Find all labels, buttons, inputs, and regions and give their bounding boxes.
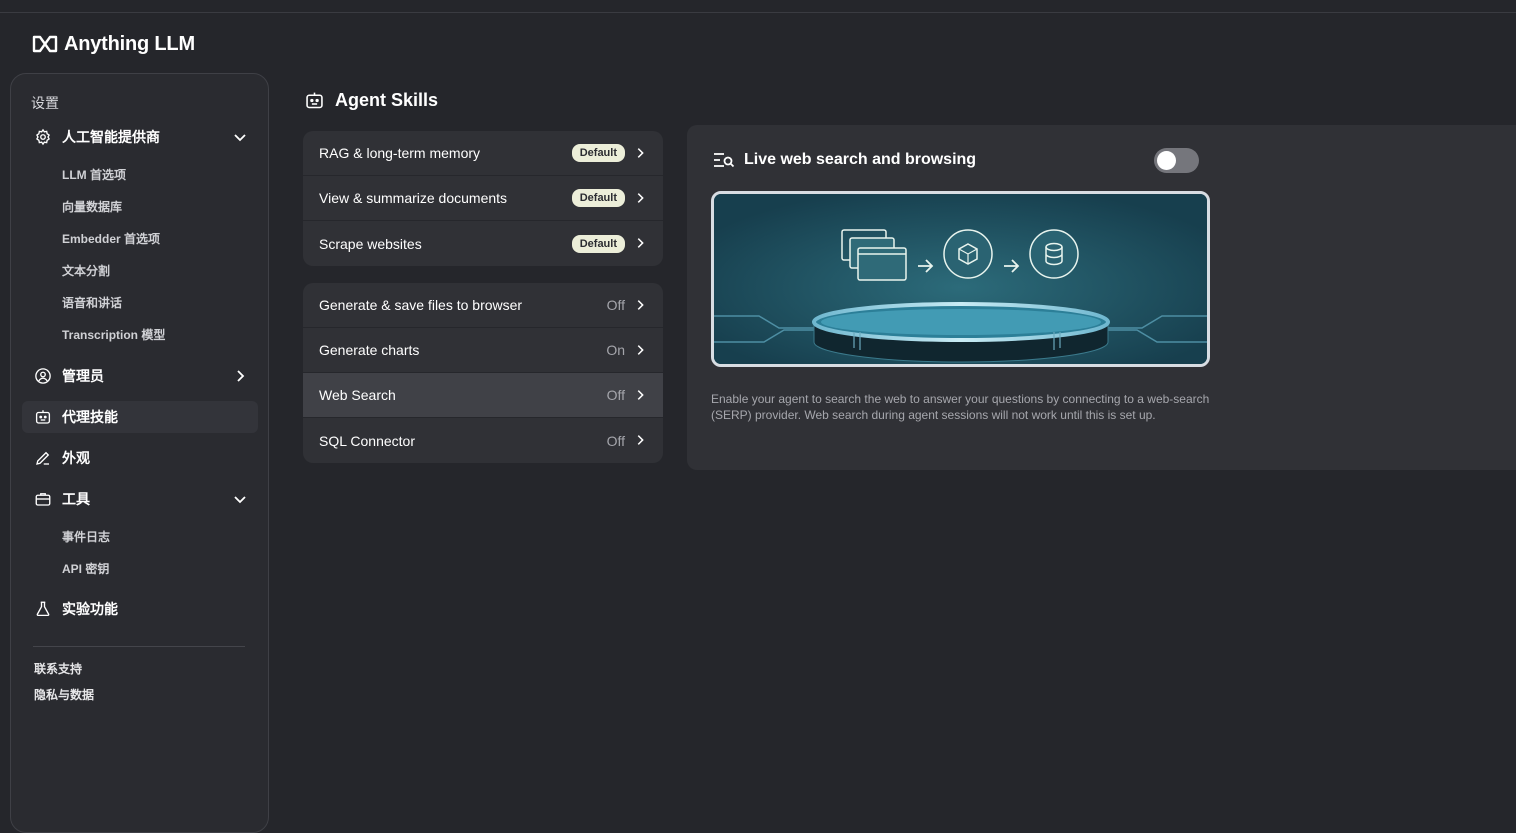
skill-label: Web Search xyxy=(319,387,396,403)
sidebar-item-appearance[interactable]: 外观 xyxy=(22,442,258,474)
sidebar-item-label: 工具 xyxy=(62,491,90,507)
sidebar-item-agent-skills[interactable]: 代理技能 xyxy=(22,401,258,433)
skill-label: Scrape websites xyxy=(319,235,422,252)
sidebar-subitem-voice[interactable]: 语音和讲话 xyxy=(62,294,122,311)
skill-detail-title: Live web search and browsing xyxy=(744,151,977,168)
skill-label: Generate charts xyxy=(319,342,420,358)
sidebar-subitem-api-keys[interactable]: API 密钥 xyxy=(62,560,109,577)
skill-status: Off xyxy=(606,432,625,449)
skill-status: On xyxy=(606,342,625,358)
anything-llm-logo-icon xyxy=(32,35,58,53)
skill-detail-description: Enable your agent to search the web to a… xyxy=(711,392,1210,422)
sidebar-item-experimental[interactable]: 实验功能 xyxy=(22,593,258,625)
sidebar-item-ai-providers[interactable]: 人工智能提供商 xyxy=(22,121,258,153)
web-search-toggle[interactable] xyxy=(1154,148,1199,173)
skill-row-scrape-websites[interactable]: Scrape websites Default xyxy=(303,221,663,266)
sidebar-subitem-transcription[interactable]: Transcription 模型 xyxy=(62,326,165,343)
toolbox-icon xyxy=(35,493,51,506)
sidebar-item-tools[interactable]: 工具 xyxy=(22,483,258,515)
sidebar-item-label: 代理技能 xyxy=(62,409,118,425)
sidebar-item-label: 人工智能提供商 xyxy=(62,129,160,145)
settings-sidebar: 设置 人工智能提供商 LLM 首选项 向量数据库 Embedder 首选项 文本… xyxy=(10,73,269,833)
sidebar-subitem-llm[interactable]: LLM 首选项 xyxy=(62,166,126,183)
default-skills-list: RAG & long-term memory Default View & su… xyxy=(303,131,663,266)
sidebar-subitem-embedder[interactable]: Embedder 首选项 xyxy=(62,230,160,247)
chevron-right-icon xyxy=(637,390,644,400)
contact-support-link[interactable]: 联系支持 xyxy=(34,660,82,677)
skill-label: View & summarize documents xyxy=(319,190,508,206)
search-list-icon xyxy=(714,153,735,168)
chevron-right-icon xyxy=(637,148,644,158)
skill-detail-panel: Live web search and browsing Enable your… xyxy=(687,125,1516,470)
pencil-icon xyxy=(36,451,50,465)
app-name: Anything LLM xyxy=(64,32,195,55)
robot-icon xyxy=(35,410,51,424)
sidebar-item-label: 管理员 xyxy=(62,368,104,384)
chevron-down-icon[interactable] xyxy=(232,129,248,145)
chevron-right-icon xyxy=(637,300,644,310)
sidebar-divider xyxy=(33,646,245,647)
optional-skills-list: Generate & save files to browser Off Gen… xyxy=(303,283,663,463)
sidebar-item-admin[interactable]: 管理员 xyxy=(22,360,258,392)
top-divider xyxy=(0,12,1516,13)
chevron-right-icon[interactable] xyxy=(232,368,248,384)
chevron-right-icon xyxy=(637,193,644,203)
privacy-data-link[interactable]: 隐私与数据 xyxy=(34,686,94,703)
skill-status: Off xyxy=(606,297,625,313)
toggle-knob xyxy=(1157,151,1176,170)
skill-row-rag-memory[interactable]: RAG & long-term memory Default xyxy=(303,131,663,176)
sidebar-subitem-vector-db[interactable]: 向量数据库 xyxy=(62,198,122,215)
chevron-right-icon xyxy=(637,435,644,445)
chevron-down-icon[interactable] xyxy=(232,491,248,507)
page-title-text: Agent Skills xyxy=(335,89,439,110)
app-logo: Anything LLM xyxy=(32,32,195,56)
sidebar-subitem-text-splitting[interactable]: 文本分割 xyxy=(62,262,110,279)
skill-detail-header: Live web search and browsing xyxy=(713,151,976,169)
skill-label: RAG & long-term memory xyxy=(319,145,481,161)
skill-row-save-files[interactable]: Generate & save files to browser Off xyxy=(303,283,663,328)
skill-label: SQL Connector xyxy=(319,432,415,449)
sidebar-title: 设置 xyxy=(31,95,59,111)
skill-row-web-search[interactable]: Web Search Off xyxy=(303,373,663,418)
gear-icon xyxy=(36,128,50,146)
sidebar-subitem-event-logs[interactable]: 事件日志 xyxy=(62,528,110,545)
skill-label: Generate & save files to browser xyxy=(319,297,523,313)
skill-status: Off xyxy=(606,387,625,403)
skill-row-generate-charts[interactable]: Generate charts On xyxy=(303,328,663,373)
chevron-right-icon xyxy=(637,238,644,248)
skill-row-sql-connector[interactable]: SQL Connector Off xyxy=(303,418,663,463)
page-title: Agent Skills xyxy=(304,88,438,112)
chevron-right-icon xyxy=(637,345,644,355)
web-search-illustration xyxy=(711,191,1210,367)
default-badge: Default xyxy=(571,144,625,162)
default-badge: Default xyxy=(571,234,625,253)
flask-icon xyxy=(36,601,50,617)
user-gear-icon xyxy=(35,368,51,384)
default-badge: Default xyxy=(571,189,625,207)
sidebar-item-label: 外观 xyxy=(62,450,90,466)
sidebar-item-label: 实验功能 xyxy=(62,601,118,617)
skill-row-summarize-documents[interactable]: View & summarize documents Default xyxy=(303,176,663,221)
web-search-illustration-graphic xyxy=(714,194,1207,364)
robot-icon xyxy=(306,92,323,108)
